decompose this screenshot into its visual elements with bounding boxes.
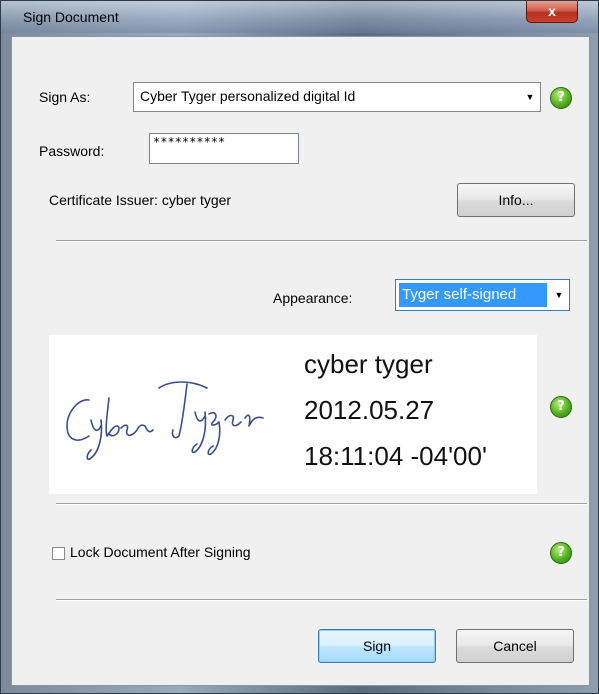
sign-document-dialog: Sign Document x Sign As: Cyber Tyger per… [0, 0, 599, 694]
sign-button[interactable]: Sign [318, 629, 436, 663]
appearance-label: Appearance: [273, 290, 353, 306]
help-icon[interactable]: ? [550, 87, 572, 109]
lock-document-checkbox[interactable] [52, 547, 65, 560]
password-value: ********** [153, 135, 226, 149]
signature-date: 2012.05.27 [304, 395, 435, 425]
signature-name: cyber tyger [304, 349, 433, 379]
handwritten-signature [66, 381, 264, 461]
signature-preview: cyber tyger 2012.05.27 18:11:04 -04'00' [49, 335, 537, 494]
password-label: Password: [39, 143, 105, 159]
dialog-body: Sign As: Cyber Tyger personalized digita… [11, 36, 590, 686]
chevron-down-icon[interactable]: ▼ [520, 83, 540, 111]
cancel-button[interactable]: Cancel [456, 629, 574, 663]
password-field[interactable]: ********** [149, 133, 299, 164]
close-icon[interactable]: x [526, 1, 578, 23]
certificate-issuer-label: Certificate Issuer: cyber tyger [49, 192, 232, 208]
help-icon[interactable]: ? [550, 396, 572, 418]
help-icon[interactable]: ? [550, 542, 572, 564]
chevron-down-icon[interactable]: ▼ [549, 280, 569, 310]
sign-as-value: Cyber Tyger personalized digital Id [140, 88, 356, 104]
sign-as-select[interactable]: Cyber Tyger personalized digital Id ▼ [133, 82, 541, 112]
separator [56, 503, 587, 505]
separator [56, 599, 587, 601]
sign-as-label: Sign As: [39, 89, 91, 105]
lock-document-label[interactable]: Lock Document After Signing [70, 544, 251, 560]
appearance-select[interactable]: Tyger self-signed ▼ [395, 279, 570, 311]
info-button[interactable]: Info... [457, 183, 575, 217]
signature-time: 18:11:04 -04'00' [304, 441, 487, 471]
separator [56, 240, 587, 242]
dialog-title: Sign Document [23, 9, 119, 25]
appearance-value: Tyger self-signed [399, 283, 547, 307]
title-bar[interactable]: Sign Document x [1, 1, 598, 33]
